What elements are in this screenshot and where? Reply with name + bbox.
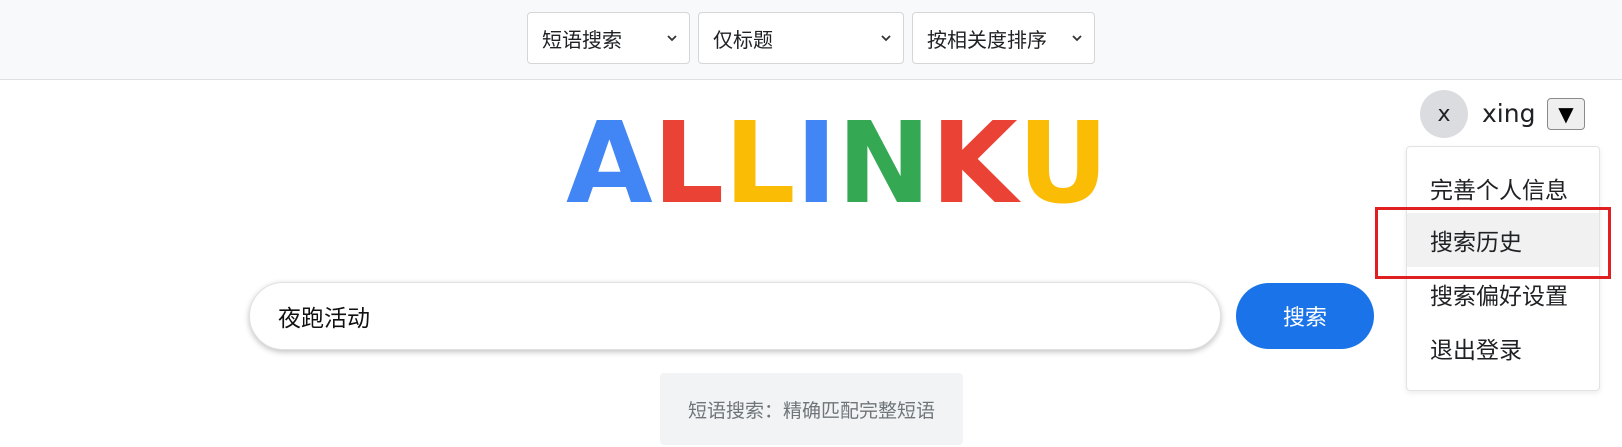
search-button[interactable]: 搜索 [1236, 283, 1374, 349]
chevron-down-icon [881, 35, 891, 42]
menu-item-profile[interactable]: 完善个人信息 [1407, 161, 1599, 215]
chevron-down-icon [1072, 35, 1082, 42]
sort-order-select[interactable]: 按相关度排序 [912, 12, 1095, 64]
search-box [249, 282, 1221, 350]
menu-item-logout[interactable]: 退出登录 [1407, 321, 1599, 375]
logo-letter: L [724, 99, 796, 229]
user-menu-toggle[interactable]: ▼ [1547, 98, 1585, 130]
logo-letter: I [795, 99, 838, 229]
search-scope-select[interactable]: 仅标题 [698, 12, 904, 64]
logo-letter: K [930, 99, 1018, 229]
search-input[interactable] [278, 303, 1178, 329]
site-logo: ALLINKU [566, 108, 1109, 220]
search-scope-value: 仅标题 [713, 27, 773, 52]
sort-order-value: 按相关度排序 [927, 27, 1047, 52]
search-mode-select[interactable]: 短语搜索 [527, 12, 690, 64]
search-mode-value: 短语搜索 [542, 27, 622, 52]
avatar[interactable]: x [1420, 90, 1468, 138]
username: xing [1482, 99, 1536, 128]
chevron-down-icon [667, 35, 677, 42]
top-filter-bar: 短语搜索 仅标题 按相关度排序 [0, 0, 1622, 80]
logo-letter: U [1017, 99, 1109, 229]
logo-letter: N [837, 99, 931, 229]
menu-item-search-preferences[interactable]: 搜索偏好设置 [1407, 267, 1599, 321]
user-dropdown-menu: 完善个人信息 搜索历史 搜索偏好设置 退出登录 [1406, 146, 1600, 391]
logo-letter: L [652, 99, 725, 229]
logo-letter: A [566, 99, 653, 229]
search-mode-hint: 短语搜索：精确匹配完整短语 [660, 373, 963, 445]
menu-item-search-history[interactable]: 搜索历史 [1407, 213, 1599, 267]
